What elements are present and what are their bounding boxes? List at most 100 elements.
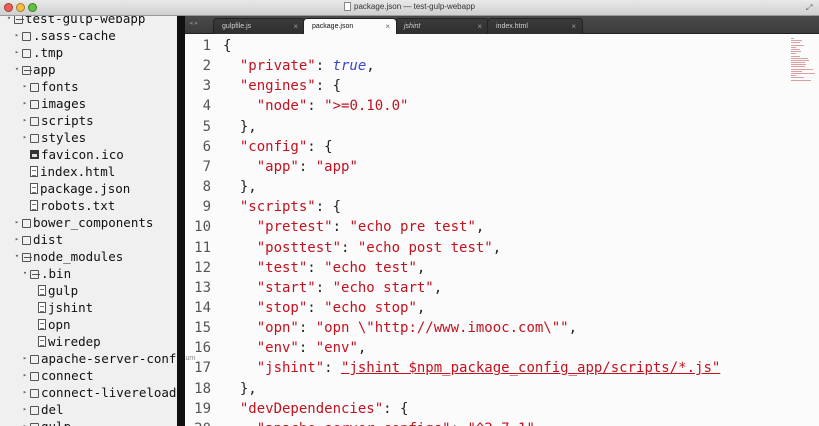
sidebar-item-tmp[interactable]: ▸ .tmp (12, 44, 63, 61)
fullscreen-icon[interactable]: ⤢ (806, 3, 815, 12)
tab-nav-arrows-icon[interactable]: ◂ ▸ (189, 19, 198, 27)
line-number-gutter: 1234567891011121314151617181920 (185, 34, 217, 426)
sidebar-item-app[interactable]: ▾ app (12, 61, 56, 78)
sidebar-item-label: wiredep (48, 334, 101, 349)
disclosure-expanded-icon[interactable]: ▾ (20, 265, 30, 282)
sidebar-item-favicon-ico[interactable]: favicon.ico (20, 146, 124, 163)
sidebar-item-bin[interactable]: ▾ .bin (20, 265, 71, 282)
sidebar-item-gulp[interactable]: ▸ gulp (20, 418, 71, 426)
tab-label: index.html (496, 23, 528, 30)
disclosure-collapsed-icon[interactable]: ▸ (20, 384, 30, 401)
tab-close-icon[interactable]: × (385, 19, 390, 35)
punctuation-token (223, 219, 257, 235)
code-line[interactable]: "opn": "opn \"http://www.imooc.com\"", (223, 318, 577, 338)
sidebar-item-sass-cache[interactable]: ▸ .sass-cache (12, 27, 116, 44)
disclosure-expanded-icon[interactable]: ▾ (4, 16, 14, 27)
code-line[interactable]: "pretest": "echo pre test", (223, 217, 485, 237)
sidebar-item-connect-livereload[interactable]: ▸ connect-livereload (20, 384, 177, 401)
disclosure-expanded-icon[interactable]: ▾ (12, 248, 22, 265)
sidebar-item-package-json[interactable]: package.json (20, 180, 130, 197)
minimap-line (791, 42, 801, 44)
folder-icon (22, 235, 31, 245)
sidebar-item-scripts[interactable]: ▸ scripts (20, 112, 94, 129)
disclosure-collapsed-icon[interactable]: ▸ (12, 27, 22, 44)
tab-close-icon[interactable]: × (293, 19, 298, 35)
disclosure-collapsed-icon[interactable]: ▸ (20, 78, 30, 95)
code-line[interactable]: "config": { (223, 137, 333, 157)
code-line[interactable]: "scripts": { (223, 197, 341, 217)
code-line[interactable]: "jshint": "jshint $npm_package_config_ap… (223, 358, 721, 378)
punctuation-token (223, 280, 257, 296)
minimap-line (791, 53, 796, 55)
sidebar-item-fonts[interactable]: ▸ fonts (20, 78, 79, 95)
tab-index-html[interactable]: index.html × (487, 18, 583, 34)
tab-gulpfile-js[interactable]: gulpfile.js × (213, 18, 305, 34)
punctuation-token: , (416, 299, 426, 316)
file-icon (38, 319, 46, 330)
minimap-line (791, 38, 795, 39)
disclosure-collapsed-icon[interactable]: ▸ (20, 367, 30, 384)
line-number: 12 (194, 259, 211, 276)
sidebar-item-jshint[interactable]: jshint (28, 299, 93, 316)
code-line[interactable]: "posttest": "echo post test", (223, 238, 501, 258)
minimap[interactable] (791, 38, 815, 94)
punctuation-token: : (307, 259, 325, 276)
sidebar-item-apache-server-configs[interactable]: ▸ apache-server-configs (20, 350, 177, 367)
code-line[interactable]: }, (223, 379, 257, 399)
minimap-line (791, 62, 805, 64)
json-key-token: "jshint" (256, 360, 325, 377)
sidebar-file-tree[interactable]: ▾ test-gulp-webapp ▸ .sass-cache ▸ .tmp ▾ app ▸ f… (0, 16, 177, 426)
string-token: "^2.7.1" (467, 421, 534, 426)
sidebar-item-test-gulp-webapp[interactable]: ▾ test-gulp-webapp (4, 16, 145, 27)
sidebar-item-label: gulp (48, 283, 79, 298)
code-line[interactable]: "apache-server-configs": "^2.7.1", (223, 419, 544, 426)
sidebar-item-bower-components[interactable]: ▸ bower_components (12, 214, 154, 231)
sidebar-item-del[interactable]: ▸ del (20, 401, 64, 418)
tab-jshint[interactable]: jshint × (395, 18, 489, 34)
disclosure-collapsed-icon[interactable]: ▸ (20, 350, 30, 367)
file-icon (30, 200, 38, 211)
code-line[interactable]: "stop": "echo stop", (223, 298, 426, 318)
code-line[interactable]: }, (223, 177, 257, 197)
sidebar-item-wiredep[interactable]: wiredep (28, 333, 101, 350)
tab-package-json[interactable]: package.json × (303, 18, 397, 34)
code-line[interactable]: "test": "echo test", (223, 258, 426, 278)
tab-close-icon[interactable]: × (477, 19, 482, 35)
sidebar-item-connect[interactable]: ▸ connect (20, 367, 94, 384)
sidebar-item-label: favicon.ico (41, 147, 124, 162)
folder-icon (30, 82, 39, 92)
line-number: 20 (185, 419, 211, 426)
disclosure-collapsed-icon[interactable]: ▸ (12, 44, 22, 61)
disclosure-collapsed-icon[interactable]: ▸ (12, 214, 22, 231)
sidebar-item-gulp[interactable]: gulp (28, 282, 78, 299)
code-line[interactable]: { (223, 36, 231, 56)
code-line[interactable]: "node": ">=0.10.0" (223, 96, 409, 116)
tab-close-icon[interactable]: × (571, 19, 576, 35)
code-line[interactable]: "engines": { (223, 76, 341, 96)
disclosure-collapsed-icon[interactable]: ▸ (20, 112, 30, 129)
punctuation-token: , (475, 219, 485, 236)
disclosure-collapsed-icon[interactable]: ▸ (20, 129, 30, 146)
sidebar-item-styles[interactable]: ▸ styles (20, 129, 86, 146)
disclosure-expanded-icon[interactable]: ▾ (12, 61, 22, 78)
code-editor[interactable]: 1234567891011121314151617181920 { "priva… (185, 34, 819, 426)
sidebar-item-index-html[interactable]: index.html (20, 163, 115, 180)
sidebar-item-node-modules[interactable]: ▾ node_modules (12, 248, 123, 265)
sidebar-item-images[interactable]: ▸ images (20, 95, 86, 112)
code-line[interactable]: "start": "echo start", (223, 278, 442, 298)
disclosure-collapsed-icon[interactable]: ▸ (20, 401, 30, 418)
sidebar-item-robots-txt[interactable]: robots.txt (20, 197, 115, 214)
disclosure-collapsed-icon[interactable]: ▸ (20, 95, 30, 112)
sidebar-divider[interactable] (177, 16, 185, 426)
sidebar-item-opn[interactable]: opn (28, 316, 71, 333)
punctuation-token: , (366, 58, 375, 75)
sidebar-item-label: jshint (48, 300, 94, 315)
code-line[interactable]: "env": "env", (223, 338, 367, 358)
code-line[interactable]: "devDependencies": { (223, 399, 409, 419)
code-line[interactable]: "app": "app" (223, 157, 358, 177)
sidebar-item-dist[interactable]: ▸ dist (12, 231, 63, 248)
disclosure-collapsed-icon[interactable]: ▸ (20, 418, 30, 426)
disclosure-collapsed-icon[interactable]: ▸ (12, 231, 22, 248)
code-line[interactable]: }, (223, 117, 257, 137)
code-line[interactable]: "private": true, (223, 56, 375, 76)
